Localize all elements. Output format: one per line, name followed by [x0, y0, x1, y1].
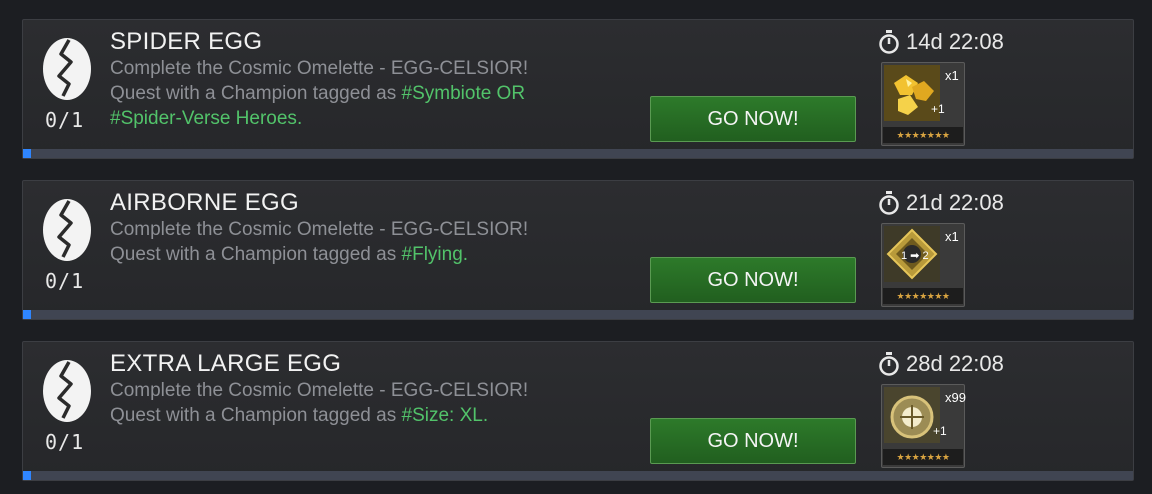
- quest-progress-count: 0/1: [45, 269, 85, 293]
- go-now-button[interactable]: GO NOW!: [650, 257, 856, 303]
- quest-description-text: Quest with a Champion tagged as: [110, 83, 402, 104]
- quest-description-line: Quest with a Champion tagged as #Symbiot…: [110, 81, 640, 106]
- reward-item[interactable]: x1 1 ➡ 2 ★★★★★★★: [881, 223, 967, 307]
- quest-progress-fill: [23, 149, 31, 158]
- timer-text: 28d 22:08: [906, 351, 1004, 376]
- reward-badge: 1 ➡ 2: [901, 250, 929, 262]
- reward-quantity: x1: [945, 229, 959, 244]
- quest-description-text: .: [482, 405, 489, 426]
- champion-tag: #Flying: [401, 244, 463, 265]
- quest-timer: 28d 22:08: [878, 351, 1004, 377]
- go-now-button[interactable]: GO NOW!: [650, 418, 856, 464]
- reward-quantity: x1: [945, 68, 959, 83]
- quest-description: Complete the Cosmic Omelette - EGG-CELSI…: [110, 56, 640, 131]
- quest-description-text: .: [296, 108, 303, 129]
- reward-star-rating: ★★★★★★★: [883, 127, 963, 143]
- reward-quantity: x99: [945, 390, 966, 405]
- quest-title: EXTRA LARGE EGG: [110, 350, 342, 377]
- go-now-button[interactable]: GO NOW!: [650, 96, 856, 142]
- quest-description-text: Quest with a Champion tagged as: [110, 405, 402, 426]
- reward-badge: +1: [931, 102, 945, 116]
- cracked-egg-icon: [43, 360, 91, 422]
- quest-progress-bar: [23, 310, 1133, 319]
- quest-card-airborne-egg: 0/1 AIRBORNE EGG Complete the Cosmic Ome…: [22, 180, 1134, 320]
- reward-star-rating: ★★★★★★★: [883, 449, 963, 465]
- reward-star-rating: ★★★★★★★: [883, 288, 963, 304]
- quest-progress-fill: [23, 310, 31, 319]
- quest-progress-count: 0/1: [45, 430, 85, 454]
- quest-card-spider-egg: 0/1 SPIDER EGG Complete the Cosmic Omele…: [22, 19, 1134, 159]
- quest-title: AIRBORNE EGG: [110, 189, 299, 216]
- quest-description: Complete the Cosmic Omelette - EGG-CELSI…: [110, 217, 640, 267]
- quest-progress-bar: [23, 471, 1133, 480]
- quest-card-extra-large-egg: 0/1 EXTRA LARGE EGG Complete the Cosmic …: [22, 341, 1134, 481]
- stopwatch-icon: [879, 30, 899, 54]
- timer-text: 21d 22:08: [906, 190, 1004, 215]
- quest-progress-bar: [23, 149, 1133, 158]
- quest-description-line: Quest with a Champion tagged as #Flying.: [110, 242, 640, 267]
- reward-badge: +1: [933, 424, 947, 438]
- quest-timer: 21d 22:08: [878, 190, 1004, 216]
- quest-list: 0/1 SPIDER EGG Complete the Cosmic Omele…: [0, 0, 1152, 494]
- quest-title: SPIDER EGG: [110, 28, 263, 55]
- quest-description-text: Quest with a Champion tagged as: [110, 244, 402, 265]
- reward-item[interactable]: x1 +1 ★★★★★★★: [881, 62, 967, 146]
- sig-stone-icon: [884, 387, 940, 443]
- stopwatch-icon: [879, 191, 899, 215]
- quest-progress-count: 0/1: [45, 108, 85, 132]
- champion-tag: #Spider-Verse Heroes: [110, 108, 297, 129]
- quest-timer: 14d 22:08: [878, 29, 1004, 55]
- quest-description-line: Complete the Cosmic Omelette - EGG-CELSI…: [110, 380, 529, 401]
- champion-tag: #Size: XL: [401, 405, 483, 426]
- quest-description-line: Quest with a Champion tagged as #Size: X…: [110, 403, 640, 428]
- quest-description: Complete the Cosmic Omelette - EGG-CELSI…: [110, 378, 640, 428]
- quest-description-line: #Spider-Verse Heroes.: [110, 106, 640, 131]
- champion-tag: #Symbiote OR: [401, 83, 526, 104]
- quest-progress-fill: [23, 471, 31, 480]
- reward-item[interactable]: x99 +1 ★★★★★★★: [881, 384, 967, 468]
- cracked-egg-icon: [43, 38, 91, 100]
- quest-description-line: Complete the Cosmic Omelette - EGG-CELSI…: [110, 219, 529, 240]
- quest-description-text: .: [462, 244, 469, 265]
- timer-text: 14d 22:08: [906, 29, 1004, 54]
- stopwatch-icon: [879, 352, 899, 376]
- quest-description-line: Complete the Cosmic Omelette - EGG-CELSI…: [110, 58, 529, 79]
- cracked-egg-icon: [43, 199, 91, 261]
